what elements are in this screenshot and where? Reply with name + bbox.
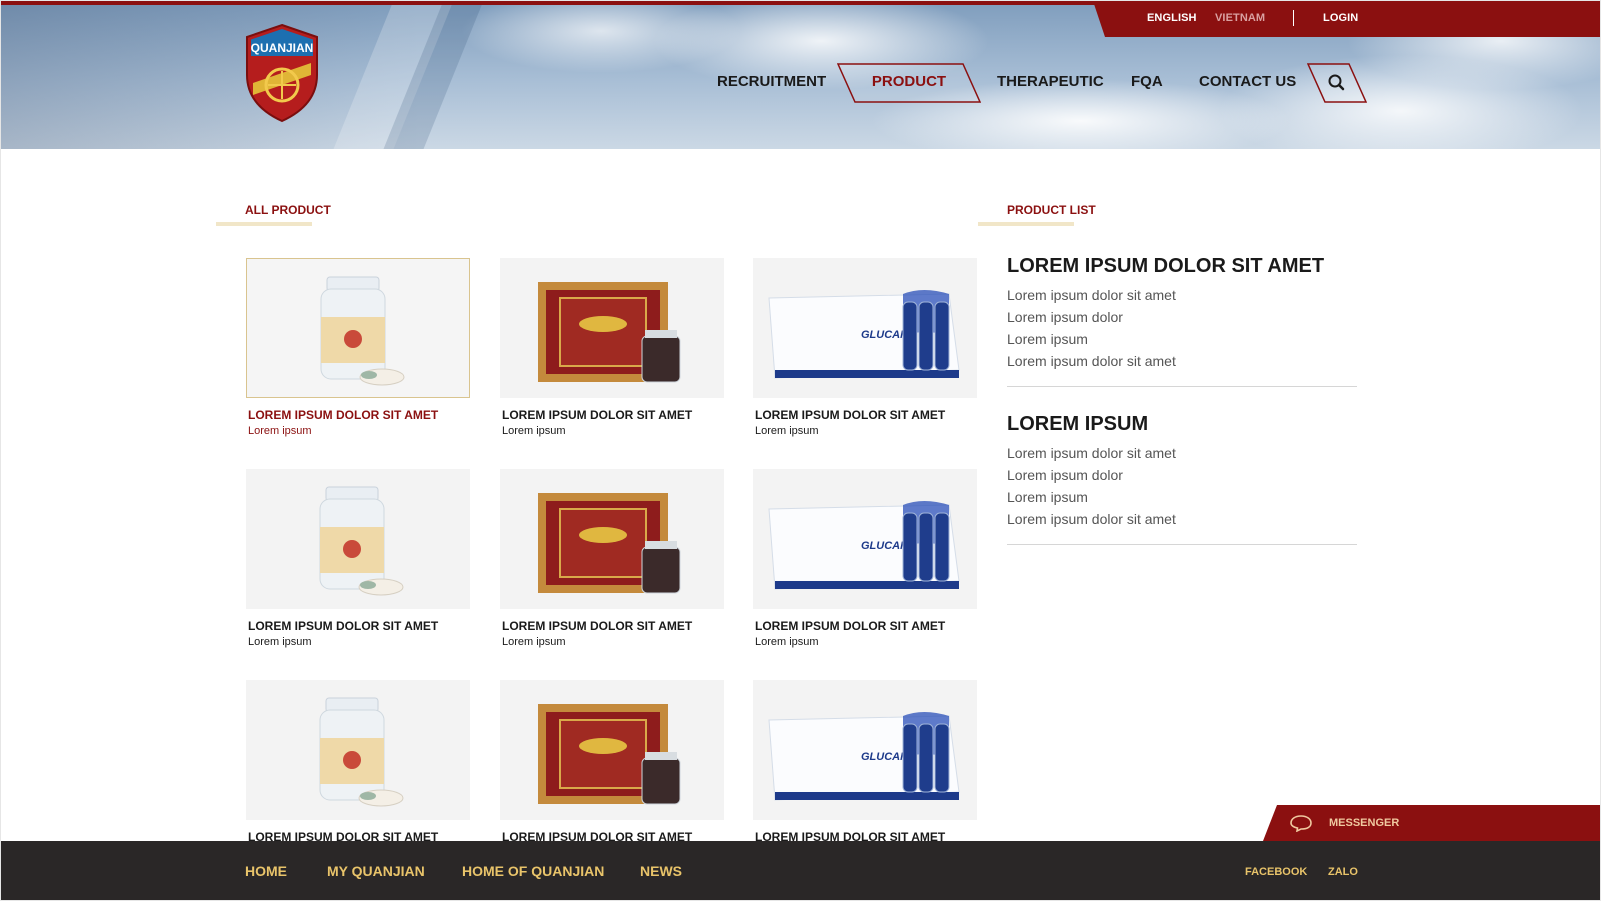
divider (1293, 10, 1294, 26)
glucan-box-image: GLUCAN (768, 290, 960, 379)
product-list-heading[interactable]: LOREM IPSUM DOLOR SIT AMET (1007, 255, 1324, 278)
divider (1007, 544, 1357, 545)
product-name[interactable]: LOREM IPSUM DOLOR SIT AMET (755, 408, 945, 422)
supplement-bottle-image (320, 276, 405, 386)
footer-link-zalo[interactable]: ZALO (1328, 866, 1358, 878)
product-name[interactable]: LOREM IPSUM DOLOR SIT AMET (502, 408, 692, 422)
product-list-item[interactable]: Lorem ipsum (1007, 489, 1088, 505)
product-thumbnail[interactable]: GLUCAN (753, 258, 977, 398)
product-list-item[interactable]: Lorem ipsum dolor sit amet (1007, 353, 1176, 369)
glucan-box-image: GLUCAN (768, 501, 960, 590)
gift-box-image (538, 704, 681, 805)
product-list-item[interactable]: Lorem ipsum dolor (1007, 309, 1123, 325)
footer-link-home[interactable]: HOME (245, 863, 287, 879)
svg-text:GLUCAN: GLUCAN (861, 540, 909, 552)
svg-text:QUANJIAN: QUANJIAN (251, 41, 314, 55)
title-underline (978, 222, 1074, 226)
lang-english-link[interactable]: ENGLISH (1147, 12, 1197, 24)
product-list-item[interactable]: Lorem ipsum (1007, 331, 1088, 347)
logo[interactable]: QUANJIAN (243, 23, 321, 123)
product-thumbnail[interactable] (500, 469, 724, 609)
product-list-item[interactable]: Lorem ipsum dolor sit amet (1007, 287, 1176, 303)
product-thumbnail[interactable]: GLUCAN (753, 680, 977, 820)
messenger-label: MESSENGER (1329, 817, 1400, 829)
footer: HOME MY QUANJIAN HOME OF QUANJIAN NEWS F… (1, 841, 1600, 900)
nav-contact-us[interactable]: CONTACT US (1199, 73, 1296, 90)
footer-link-home-of-quanjian[interactable]: HOME OF QUANJIAN (462, 863, 604, 879)
header: QUANJIAN ENGLISH VIETNAM LOGIN RECRUITME… (1, 1, 1600, 149)
footer-link-news[interactable]: NEWS (640, 863, 682, 879)
product-name[interactable]: LOREM IPSUM DOLOR SIT AMET (248, 408, 438, 422)
nav-product[interactable]: PRODUCT (837, 63, 981, 103)
glucan-box-image: GLUCAN (768, 712, 960, 801)
language-bar: ENGLISH VIETNAM LOGIN (1093, 1, 1600, 37)
product-list-heading[interactable]: LOREM IPSUM (1007, 413, 1148, 436)
search-button[interactable] (1307, 63, 1367, 103)
supplement-bottle-image (319, 486, 404, 596)
product-subtitle: Lorem ipsum (502, 425, 566, 437)
shield-logo-icon: QUANJIAN (246, 23, 318, 123)
product-thumbnail[interactable] (246, 258, 470, 398)
product-name[interactable]: LOREM IPSUM DOLOR SIT AMET (755, 619, 945, 633)
svg-text:GLUCAN: GLUCAN (861, 329, 909, 341)
messenger-button[interactable]: MESSENGER (1263, 805, 1600, 841)
login-link[interactable]: LOGIN (1323, 12, 1358, 24)
product-thumbnail[interactable] (246, 469, 470, 609)
footer-link-my-quanjian[interactable]: MY QUANJIAN (327, 863, 425, 879)
supplement-bottle-image (319, 697, 404, 807)
page: QUANJIAN ENGLISH VIETNAM LOGIN RECRUITME… (0, 0, 1601, 901)
gift-box-image (538, 493, 681, 594)
lang-vietnam-link[interactable]: VIETNAM (1215, 12, 1265, 24)
product-thumbnail[interactable] (500, 258, 724, 398)
product-name[interactable]: LOREM IPSUM DOLOR SIT AMET (502, 619, 692, 633)
product-list-title: PRODUCT LIST (1007, 203, 1096, 217)
gift-box-image (538, 282, 681, 383)
svg-text:GLUCAN: GLUCAN (861, 751, 909, 763)
title-underline (216, 222, 312, 226)
product-subtitle: Lorem ipsum (755, 425, 819, 437)
product-thumbnail[interactable] (500, 680, 724, 820)
product-name[interactable]: LOREM IPSUM DOLOR SIT AMET (248, 619, 438, 633)
product-list-item[interactable]: Lorem ipsum dolor (1007, 467, 1123, 483)
search-icon (1307, 63, 1367, 103)
product-subtitle: Lorem ipsum (248, 636, 312, 648)
nav-recruitment[interactable]: RECRUITMENT (717, 73, 826, 90)
nav-product-label: PRODUCT (871, 73, 947, 90)
divider (1007, 386, 1357, 387)
nav-fqa[interactable]: FQA (1131, 73, 1163, 90)
product-thumbnail[interactable] (246, 680, 470, 820)
nav-therapeutic[interactable]: THERAPEUTIC (997, 73, 1104, 90)
footer-link-facebook[interactable]: FACEBOOK (1245, 866, 1307, 878)
product-subtitle: Lorem ipsum (755, 636, 819, 648)
chat-bubble-icon (1290, 815, 1312, 832)
product-list-item[interactable]: Lorem ipsum dolor sit amet (1007, 511, 1176, 527)
product-subtitle: Lorem ipsum (502, 636, 566, 648)
product-subtitle: Lorem ipsum (248, 425, 312, 437)
product-thumbnail[interactable]: GLUCAN (753, 469, 977, 609)
all-product-title: ALL PRODUCT (245, 203, 331, 217)
product-list-item[interactable]: Lorem ipsum dolor sit amet (1007, 445, 1176, 461)
